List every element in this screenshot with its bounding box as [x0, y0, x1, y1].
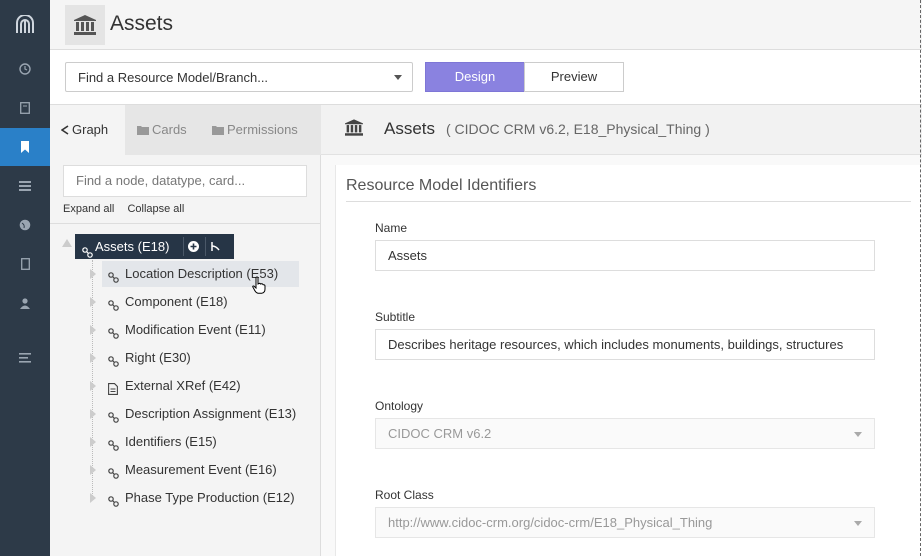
bookmark-icon[interactable]	[0, 128, 50, 166]
node-search-input[interactable]: Find a node, datatype, card...	[63, 165, 307, 197]
folder-icon	[212, 106, 224, 156]
resource-model-select[interactable]: Find a Resource Model/Branch...	[65, 62, 413, 92]
link-icon	[108, 268, 119, 290]
link-icon	[108, 408, 119, 430]
tree-node-label: Measurement Event (E16)	[125, 462, 277, 477]
clock-icon[interactable]	[0, 50, 50, 88]
window-edge	[920, 0, 921, 556]
tree-node-label: Modification Event (E11)	[125, 322, 266, 337]
file-icon	[108, 380, 118, 402]
collapse-all-link[interactable]: Collapse all	[127, 203, 184, 215]
expander-icon[interactable]	[90, 409, 96, 419]
link-icon	[108, 324, 119, 346]
tab-permissions-label: Permissions	[227, 122, 298, 137]
graph-subtitle: ( CIDOC CRM v6.2, E18_Physical_Thing )	[446, 121, 710, 137]
expander-icon[interactable]	[90, 437, 96, 447]
list-icon[interactable]	[0, 167, 50, 205]
tree-node-label: Phase Type Production (E12)	[125, 490, 295, 505]
toolbar: Find a Resource Model/Branch... Design P…	[50, 50, 922, 105]
link-icon	[108, 436, 119, 458]
ontology-select[interactable]: CIDOC CRM v6.2	[375, 418, 875, 449]
expander-icon[interactable]	[90, 381, 96, 391]
tree-node-label: Identifiers (E15)	[125, 434, 217, 449]
tree-node-label: External XRef (E42)	[125, 378, 241, 393]
expander-icon[interactable]	[62, 239, 72, 247]
tab-cards[interactable]: Cards	[125, 105, 200, 155]
expand-all-link[interactable]: Expand all	[63, 203, 114, 215]
tree-root-node[interactable]: Assets (E18)	[75, 234, 234, 259]
expander-icon[interactable]	[90, 465, 96, 475]
tab-cards-label: Cards	[152, 122, 187, 137]
ontology-value: CIDOC CRM v6.2	[388, 426, 492, 441]
tree-node-label: Component (E18)	[125, 294, 228, 309]
subtitle-label: Subtitle	[375, 310, 416, 324]
tree-root-label: Assets (E18)	[95, 239, 170, 254]
chevron-down-icon	[394, 75, 402, 80]
tree-guide-line	[92, 260, 93, 500]
link-icon	[108, 492, 119, 514]
link-icon	[108, 464, 119, 486]
divider	[50, 223, 320, 224]
tab-graph-label: Graph	[72, 122, 109, 137]
tree-node-label: Right (E30)	[125, 350, 191, 365]
hand-cursor-icon	[252, 276, 266, 299]
file-icon[interactable]	[0, 245, 50, 283]
name-label: Name	[375, 221, 408, 235]
book-icon[interactable]	[0, 89, 50, 127]
tree-node-label: Description Assignment (E13)	[125, 406, 297, 421]
branch-icon[interactable]	[205, 237, 225, 256]
chevron-down-icon	[854, 521, 862, 526]
root-class-select[interactable]: http://www.cidoc-crm.org/cidoc-crm/E18_P…	[375, 507, 875, 538]
chevron-down-icon	[854, 432, 862, 437]
expander-icon[interactable]	[90, 325, 96, 335]
expander-icon[interactable]	[90, 269, 96, 279]
globe-icon[interactable]	[0, 206, 50, 244]
design-button[interactable]: Design	[425, 62, 525, 92]
bank-icon	[65, 5, 105, 45]
share-icon	[60, 106, 69, 156]
graph-tree-panel: Graph Cards Permissions Find a node, dat…	[50, 105, 321, 556]
tab-permissions[interactable]: Permissions	[200, 105, 321, 155]
root-class-value: http://www.cidoc-crm.org/cidoc-crm/E18_P…	[388, 515, 713, 530]
divider	[346, 201, 911, 202]
ontology-label: Ontology	[375, 399, 424, 413]
page-header: Assets	[50, 0, 922, 50]
section-title: Resource Model Identifiers	[346, 177, 537, 194]
page-title: Assets	[110, 12, 174, 35]
preview-button[interactable]: Preview	[524, 62, 624, 92]
link-icon	[108, 352, 119, 374]
panel-tabs: Graph Cards Permissions	[50, 105, 321, 155]
expander-icon[interactable]	[90, 353, 96, 363]
logo-icon[interactable]	[0, 0, 50, 50]
expander-icon[interactable]	[90, 493, 96, 503]
lines-icon[interactable]	[0, 339, 50, 377]
folder-icon	[137, 106, 149, 156]
subtitle-field[interactable]: Describes heritage resources, which incl…	[375, 329, 875, 360]
expander-icon[interactable]	[90, 297, 96, 307]
name-field[interactable]: Assets	[375, 240, 875, 271]
left-nav	[0, 0, 50, 556]
graph-settings-panel: Assets ( CIDOC CRM v6.2, E18_Physical_Th…	[321, 105, 922, 556]
link-icon	[108, 296, 119, 318]
tab-graph[interactable]: Graph	[50, 105, 125, 155]
add-node-icon[interactable]	[183, 237, 203, 256]
bank-icon	[345, 119, 363, 141]
graph-header: Assets ( CIDOC CRM v6.2, E18_Physical_Th…	[321, 105, 922, 155]
resource-model-select-label: Find a Resource Model/Branch...	[78, 70, 269, 85]
user-icon[interactable]	[0, 284, 50, 322]
root-class-label: Root Class	[375, 488, 434, 502]
graph-title: Assets	[384, 119, 436, 138]
